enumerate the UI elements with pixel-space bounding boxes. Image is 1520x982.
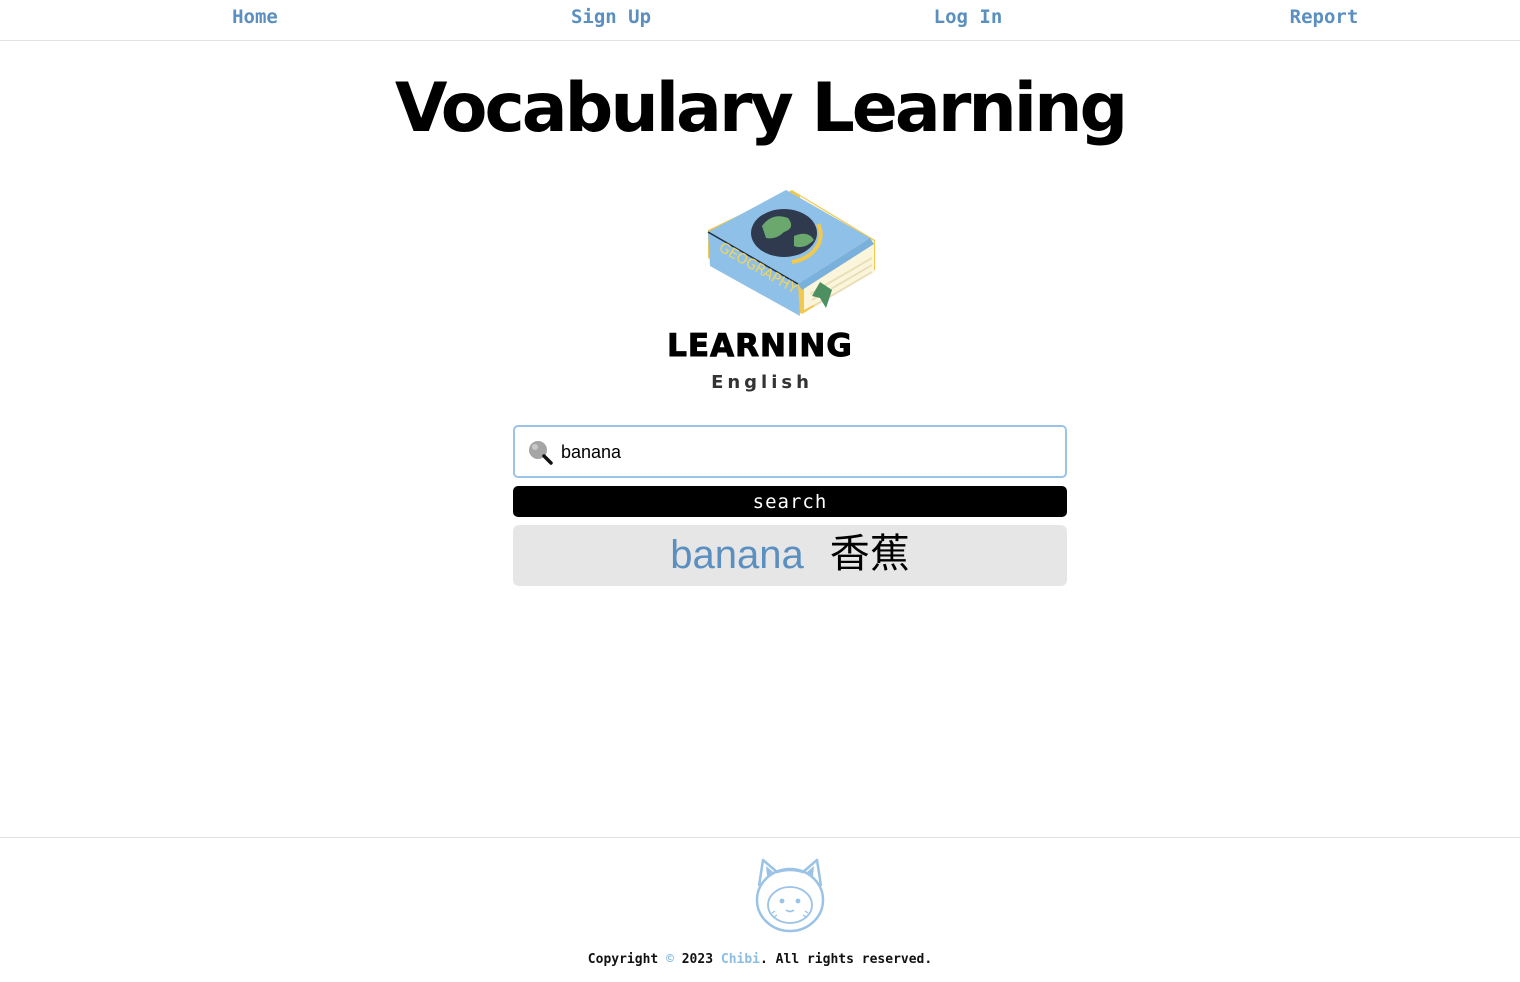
nav-report-link[interactable]: Report bbox=[1290, 6, 1359, 28]
search-icon bbox=[528, 440, 554, 466]
page-title: Vocabulary Learning bbox=[394, 69, 1128, 148]
top-nav: Home Sign Up Log In Report bbox=[0, 0, 1520, 41]
copyright-text: Copyright © 2023 Chibi. All rights reser… bbox=[0, 952, 1520, 967]
logo-word: LEARNING bbox=[667, 328, 853, 365]
result-word: banana bbox=[670, 533, 804, 577]
search-box bbox=[513, 425, 1067, 478]
search-button[interactable]: search bbox=[513, 486, 1067, 517]
footer: Copyright © 2023 Chibi. All rights reser… bbox=[0, 837, 1520, 982]
logo-language: English bbox=[711, 372, 813, 393]
book-logo-image: GEOGRAPHY bbox=[707, 190, 875, 316]
copyright-symbol: © bbox=[666, 952, 674, 967]
book-logo: GEOGRAPHY bbox=[700, 186, 880, 326]
result-translation: 香蕉 bbox=[829, 531, 910, 577]
search-input[interactable] bbox=[561, 436, 1051, 468]
nav-login-link[interactable]: Log In bbox=[934, 6, 1003, 28]
result-card[interactable]: banana 香蕉 bbox=[513, 525, 1067, 586]
chibi-cat-logo-icon bbox=[753, 856, 827, 934]
copyright-suffix: . All rights reserved. bbox=[760, 952, 933, 967]
copyright-prefix: Copyright bbox=[587, 952, 659, 967]
nav-signup-link[interactable]: Sign Up bbox=[571, 6, 651, 28]
brand-link[interactable]: Chibi bbox=[721, 952, 760, 967]
nav-home-link[interactable]: Home bbox=[232, 6, 278, 28]
copyright-year: 2023 bbox=[681, 952, 714, 967]
